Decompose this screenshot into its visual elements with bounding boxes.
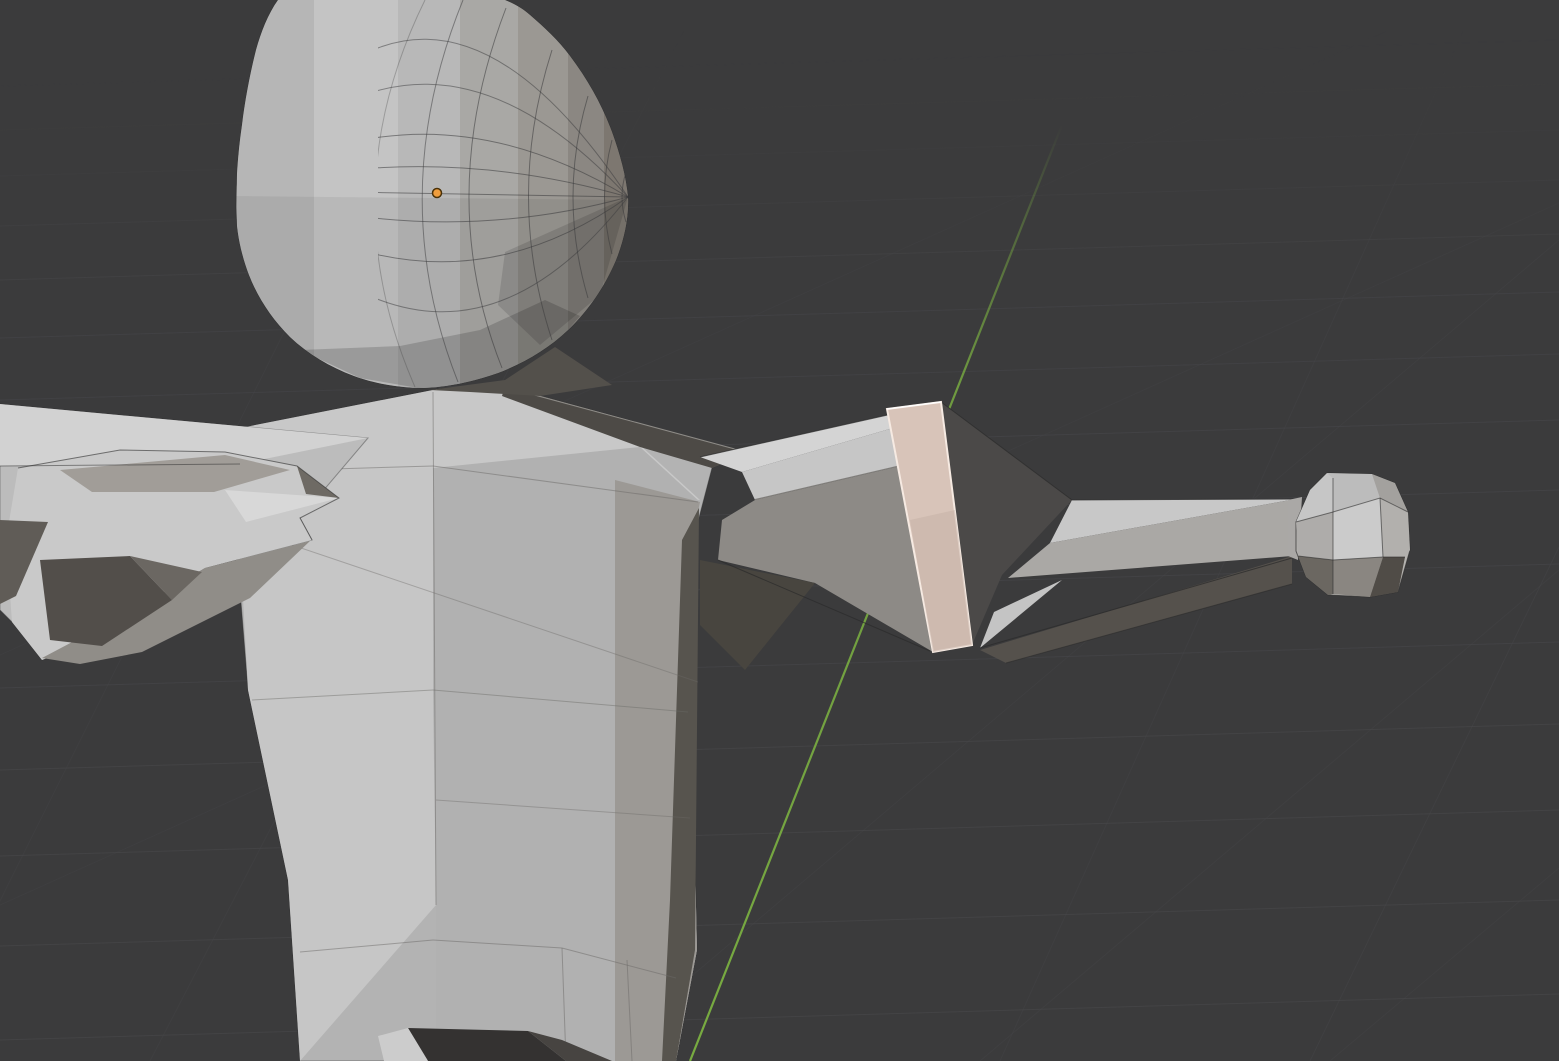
blender-3d-viewport[interactable] xyxy=(0,0,1559,1061)
viewport-canvas[interactable] xyxy=(0,0,1559,1061)
object-origin-dot xyxy=(433,189,442,198)
